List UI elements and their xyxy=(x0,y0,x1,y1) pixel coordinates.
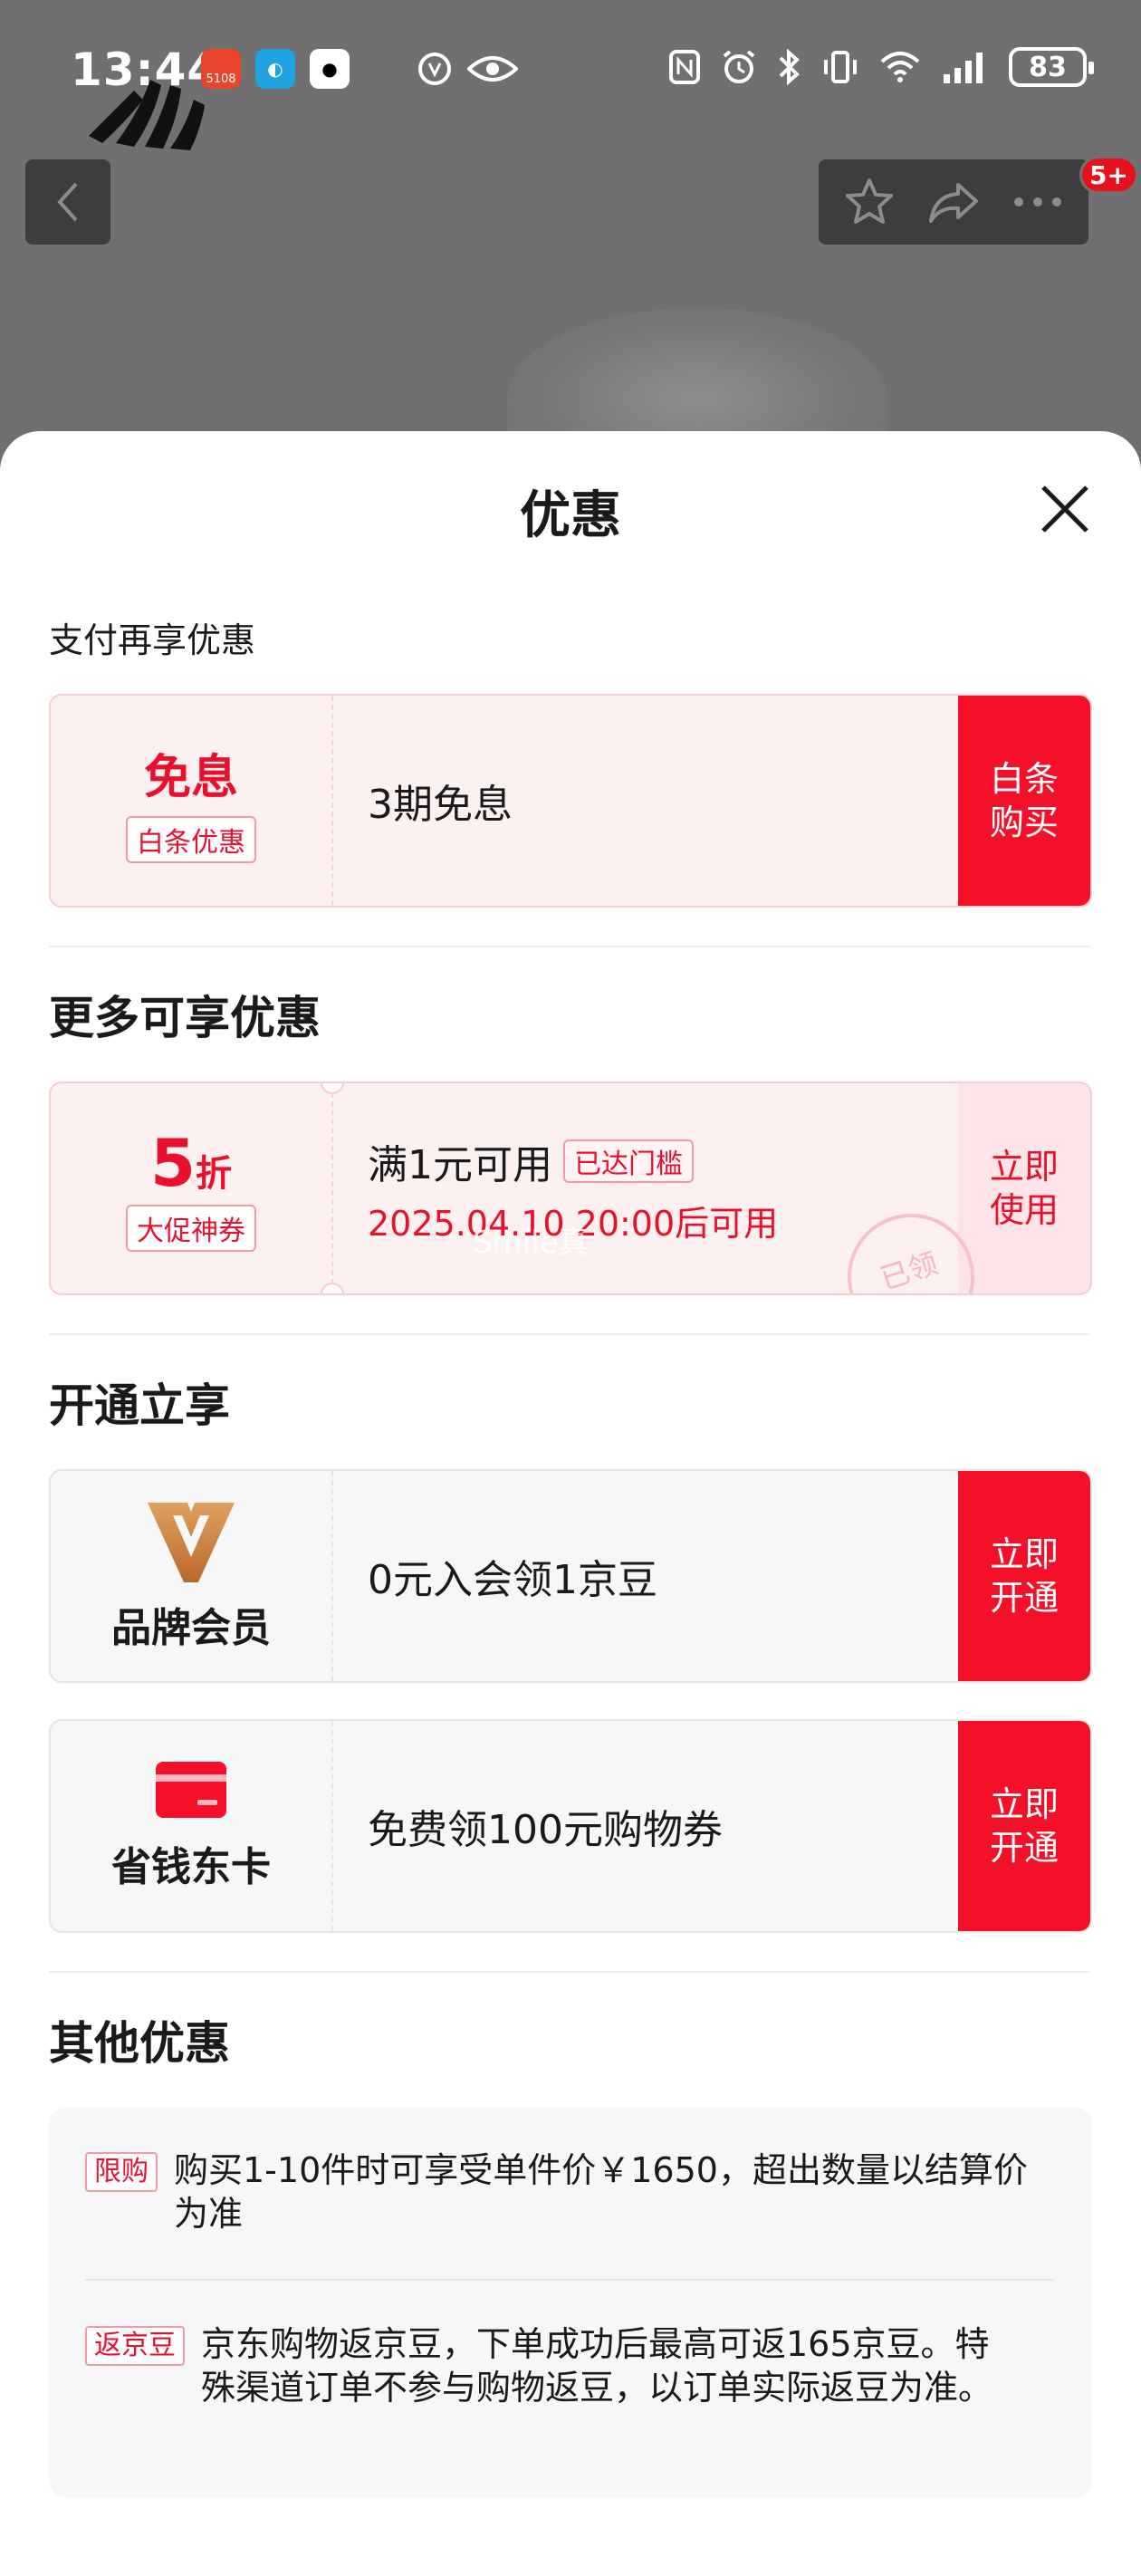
vibrate-icon xyxy=(824,51,857,83)
cart-count-badge: 5+ xyxy=(1079,156,1138,194)
baitiao-buy-button[interactable]: 白条 购买 xyxy=(958,696,1090,906)
coupon-condition: 满1元可用 已达门槛 xyxy=(368,1132,958,1190)
saving-card: 省钱东卡 免费领100元购物券 立即 开通 xyxy=(49,1719,1092,1933)
battery-level: 83 xyxy=(1029,51,1067,83)
chevron-left-icon xyxy=(57,182,78,222)
signal-icon xyxy=(944,53,983,83)
watermark-text: Smile真 xyxy=(473,1225,590,1261)
coupon-card: 5折 大促神券 满1元可用 已达门槛 2025.04.10 20:00后可用 Sm… xyxy=(49,1081,1092,1295)
discount-unit: 折 xyxy=(196,1153,233,1195)
open-button-line1: 立即 xyxy=(989,1784,1059,1824)
status-right-icons: 83 xyxy=(668,47,1094,87)
close-button[interactable] xyxy=(1032,476,1098,542)
join-member-button[interactable]: 立即 开通 xyxy=(958,1471,1090,1681)
battery-icon: 83 xyxy=(1009,47,1094,87)
interest-free-title: 免息 xyxy=(143,750,238,805)
open-button-line2: 开通 xyxy=(989,1828,1059,1868)
use-coupon-button[interactable]: 立即 使用 xyxy=(958,1083,1090,1293)
installment-text: 3期免息 xyxy=(368,782,513,828)
qq-app-icon: ● xyxy=(310,49,350,89)
saving-card-name: 省钱东卡 xyxy=(111,1844,271,1890)
coupon-card-left: 5折 大促神券 xyxy=(51,1083,344,1293)
edu-app-icon: ◐ xyxy=(255,49,295,89)
discount-value: 5折 xyxy=(150,1125,232,1201)
status-time: 13:44 xyxy=(71,43,220,96)
use-button-line1: 立即 xyxy=(989,1147,1059,1187)
offer-divider xyxy=(85,2279,1054,2281)
baitiao-card-body: 3期免息 xyxy=(333,696,958,906)
section-divider xyxy=(49,946,1090,947)
eye-icon xyxy=(467,56,518,82)
jingdou-return-text: 京东购物返京豆，下单成功后最高可返165京豆。特殊渠道订单不参与购物返豆，以订单… xyxy=(201,2324,993,2408)
favorite-star-icon[interactable] xyxy=(844,177,895,227)
brand-member-v-icon xyxy=(148,1503,235,1582)
pay-section-label: 支付再享优惠 xyxy=(49,620,256,660)
discount-number: 5 xyxy=(149,1125,197,1201)
list-item: 限购 购买1-10件时可享受单件价￥1650，超出数量以结算价为准 xyxy=(85,2148,1045,2235)
purchase-limit-tag: 限购 xyxy=(85,2152,158,2192)
action-buttons-group xyxy=(819,159,1088,245)
wifi-icon xyxy=(880,52,920,82)
baitiao-button-line1: 白条 xyxy=(989,759,1059,799)
use-button-line2: 使用 xyxy=(989,1190,1059,1230)
saving-card-left: 省钱东卡 xyxy=(51,1721,333,1931)
coupon-card-body: 满1元可用 已达门槛 2025.04.10 20:00后可用 Smile真 已领 xyxy=(333,1083,992,1293)
bluetooth-icon xyxy=(779,49,800,85)
coupon-condition-text: 满1元可用 xyxy=(368,1141,552,1188)
promo-coupon-tag: 大促神券 xyxy=(126,1205,256,1252)
data-saver-icon xyxy=(418,53,451,85)
saving-card-desc: 免费领100元购物券 xyxy=(368,1807,723,1853)
share-icon[interactable] xyxy=(927,179,980,225)
nfc-icon xyxy=(669,50,700,84)
sheet-title: 优惠 xyxy=(520,486,621,545)
section-divider xyxy=(49,1971,1090,1973)
join-button-line2: 开通 xyxy=(989,1578,1059,1618)
brand-member-desc: 0元入会领1京豆 xyxy=(368,1557,657,1603)
brand-member-card-body: 0元入会领1京豆 xyxy=(333,1471,958,1681)
threshold-reached-tag: 已达门槛 xyxy=(563,1139,694,1183)
baitiao-card: 免息 白条优惠 3期免息 白条购买 xyxy=(49,694,1092,908)
close-icon xyxy=(1041,485,1088,533)
calendar-app-icon: 5108 xyxy=(201,49,241,89)
other-section-label: 其他优惠 xyxy=(49,2017,230,2070)
credit-card-icon xyxy=(156,1762,226,1818)
jingdou-return-tag: 返京豆 xyxy=(85,2326,185,2366)
baitiao-card-left: 免息 白条优惠 xyxy=(51,696,333,906)
join-button-line1: 立即 xyxy=(989,1534,1059,1574)
calendar-app-label: 5108 xyxy=(206,72,236,86)
brand-member-name: 品牌会员 xyxy=(111,1605,271,1651)
saving-card-body: 免费领100元购物券 xyxy=(333,1721,958,1931)
open-section-label: 开通立享 xyxy=(49,1379,230,1432)
baitiao-button-line2: 购买 xyxy=(989,803,1059,842)
baitiao-tag: 白条优惠 xyxy=(126,815,256,863)
more-section-label: 更多可享优惠 xyxy=(49,992,321,1044)
back-button[interactable] xyxy=(25,159,110,245)
open-saving-card-button[interactable]: 立即 开通 xyxy=(958,1721,1090,1931)
purchase-limit-text: 购买1-10件时可享受单件价￥1650，超出数量以结算价为准 xyxy=(174,2150,1028,2234)
brand-member-card: 品牌会员 0元入会领1京豆 立即 开通 xyxy=(49,1469,1092,1683)
other-offers-box: 限购 购买1-10件时可享受单件价￥1650，超出数量以结算价为准 返京豆 京东… xyxy=(49,2107,1092,2498)
list-item: 返京豆 京东购物返京豆，下单成功后最高可返165京豆。特殊渠道订单不参与购物返豆… xyxy=(85,2322,1045,2409)
brand-member-card-left: 品牌会员 xyxy=(51,1471,333,1681)
more-icon[interactable] xyxy=(1012,196,1063,208)
status-bar: 13:44 5108 ◐ ● 83 xyxy=(0,36,1141,109)
section-divider xyxy=(49,1333,1090,1335)
alarm-icon xyxy=(723,50,755,83)
